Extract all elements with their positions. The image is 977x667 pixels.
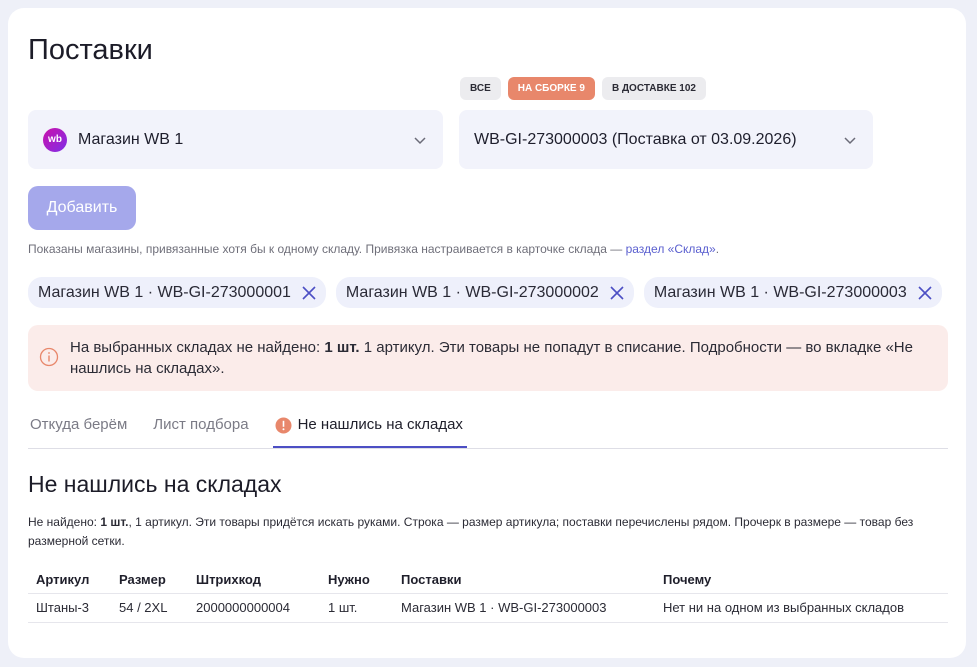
wb-logo-icon: wb [43,127,67,152]
shop-select-value: Магазин WB 1 [78,130,184,148]
filter-assembling-button[interactable]: НА СБОРКЕ 9 [507,77,595,100]
supplies-panel: Поставки ВСЕ НА СБОРКЕ 9 В ДОСТАВКЕ 102 … [8,8,966,658]
tab-not-found-label: Не нашлись на складах [297,416,463,433]
table-cell: Магазин WB 1 · WB-GI-273000003 [393,593,655,623]
not-found-table: Артикул Размер Штрихкод Нужно Поставки П… [28,568,948,623]
table-cell: 2000000000004 [188,593,320,623]
not-found-alert: На выбранных складах не найдено: 1 шт. 1… [28,325,948,391]
exclamation-circle-icon [275,417,292,434]
filter-delivery-button[interactable]: В ДОСТАВКЕ 102 [601,77,706,100]
filter-all-button[interactable]: ВСЕ [460,77,501,100]
table-cell: Нет ни на одном из выбранных складов [655,593,948,623]
tab-bar: Откуда берём Лист подбора Не нашлись на … [28,408,948,449]
close-icon[interactable] [608,284,626,302]
column-header: Размер [119,572,166,587]
table-cell: 54 / 2XL [111,593,188,623]
close-icon[interactable] [300,284,318,302]
selected-supply-tag: Магазин WB 1 · WB-GI-273000001 [28,277,326,308]
desc-rest: , 1 артикул. Эти товары придётся искать … [28,515,914,548]
selected-supply-tag: Магазин WB 1 · WB-GI-273000002 [335,277,634,308]
close-icon[interactable] [916,284,934,302]
desc-prefix: Не найдено: [28,515,101,529]
section-title: Не нашлись на складах [28,471,282,497]
table-cell: Штаны-3 [28,593,111,623]
alert-count: 1 шт. [324,339,360,356]
chevron-down-icon [414,136,426,144]
column-header: Почему [663,572,712,587]
chevron-down-icon [844,136,856,144]
tag-label: Магазин WB 1 · WB-GI-273000002 [345,283,599,301]
column-header: Штрихкод [196,572,261,587]
selected-supplies: Магазин WB 1 · WB-GI-273000001 Магазин W… [28,277,942,308]
column-header: Артикул [36,572,90,587]
info-circle-icon [39,347,59,367]
table-row: Штаны-3 54 / 2XL 2000000000004 1 шт. Маг… [28,593,948,623]
column-header: Нужно [328,572,370,587]
tab-sources[interactable]: Откуда берём [28,408,129,448]
alert-prefix: На выбранных складах не найдено: [70,339,325,356]
supply-select[interactable]: WB-GI-273000003 (Поставка от 03.09.2026) [459,110,873,169]
table-cell: 1 шт. [320,593,393,623]
page-title: Поставки [28,34,153,66]
shop-select[interactable]: wb Магазин WB 1 [28,110,443,169]
supply-select-value: WB-GI-273000003 (Поставка от 03.09.2026) [474,130,797,148]
tab-pick-list[interactable]: Лист подбора [151,408,250,448]
tab-not-found[interactable]: Не нашлись на складах [272,408,467,448]
table-header-row: Артикул Размер Штрихкод Нужно Поставки П… [28,568,948,594]
hint-text: Показаны магазины, привязанные хотя бы к… [28,242,719,256]
status-filters: ВСЕ НА СБОРКЕ 9 В ДОСТАВКЕ 102 [460,77,706,100]
add-button[interactable]: Добавить [28,186,136,230]
hint-suffix: . [715,242,720,256]
warehouse-section-link[interactable]: раздел «Склад» [626,242,716,256]
tag-label: Магазин WB 1 · WB-GI-273000003 [653,283,907,301]
column-header: Поставки [401,572,462,587]
tag-label: Магазин WB 1 · WB-GI-273000001 [38,283,291,301]
hint-body: Показаны магазины, привязанные хотя бы к… [28,242,626,256]
selected-supply-tag: Магазин WB 1 · WB-GI-273000003 [643,277,942,308]
desc-count: 1 шт. [100,515,129,529]
section-description: Не найдено: 1 шт., 1 артикул. Эти товары… [28,513,953,551]
